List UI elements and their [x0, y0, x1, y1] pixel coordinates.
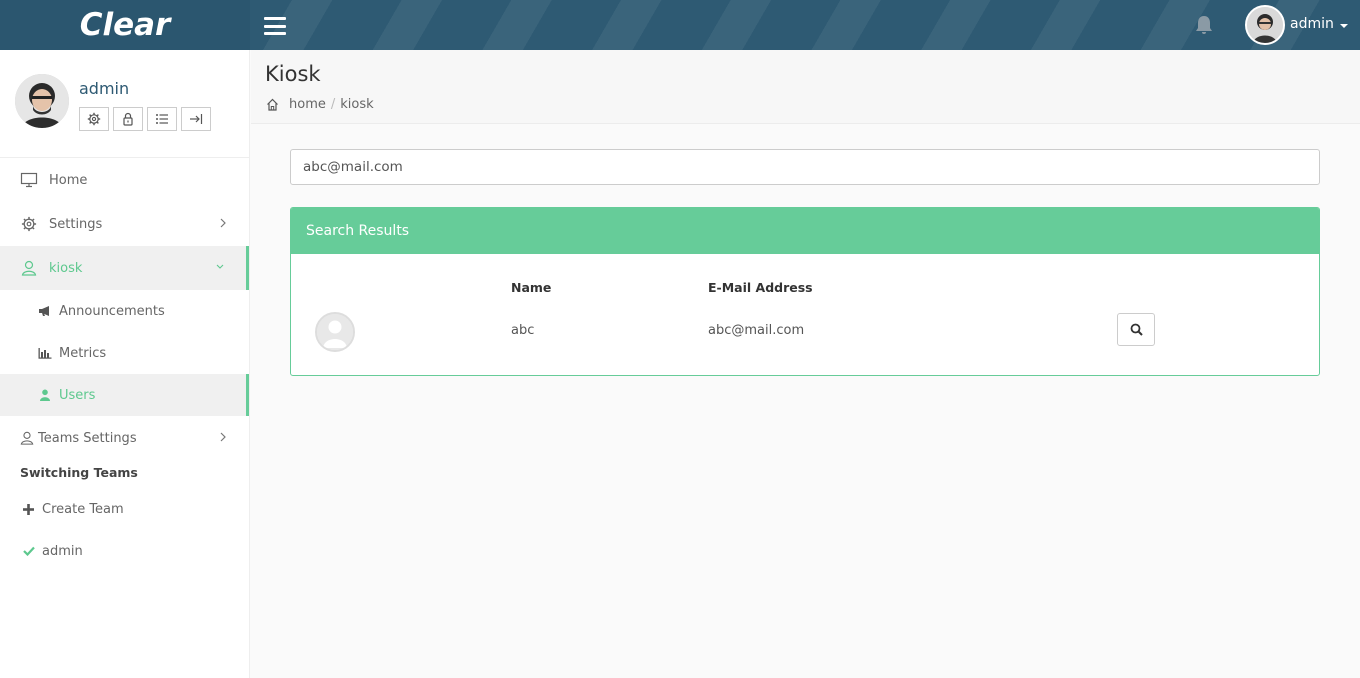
- panel-heading: Search Results: [291, 208, 1319, 254]
- switching-teams-label: Switching Teams: [20, 464, 138, 480]
- gear-icon: [20, 215, 38, 233]
- search-input[interactable]: [290, 149, 1320, 185]
- sidebar-item-label: kiosk: [49, 260, 83, 276]
- chevron-right-icon: [220, 432, 226, 442]
- sidebar-subitem-announcements[interactable]: Announcements: [0, 290, 249, 332]
- sidebar-item-label: Teams Settings: [38, 430, 137, 446]
- breadcrumb-separator: /: [330, 97, 336, 112]
- sidebar-item-settings[interactable]: Settings: [0, 202, 249, 246]
- column-header-email: E-Mail Address: [708, 280, 813, 295]
- page-header: Kiosk home / kiosk: [251, 50, 1360, 124]
- lock-tool-button[interactable]: [113, 107, 143, 131]
- table-row-email: abc@mail.com: [708, 323, 805, 338]
- breadcrumb: home / kiosk: [266, 97, 374, 112]
- check-icon: [22, 545, 35, 558]
- avatar: [315, 312, 355, 352]
- logout-tool-button[interactable]: [181, 107, 211, 131]
- sidebar-item-label: Announcements: [59, 303, 165, 319]
- search-icon: [1130, 323, 1143, 336]
- bullhorn-icon: [38, 304, 52, 318]
- settings-tool-button[interactable]: [79, 107, 109, 131]
- team-admin-label: admin: [42, 543, 83, 559]
- header-user-name: admin: [1290, 16, 1334, 32]
- search-results-panel: Search Results Name E-Mail Address abc a…: [290, 207, 1320, 376]
- chevron-right-icon: [220, 218, 226, 228]
- sidebar: admin Home Settings kiosk Announcements …: [0, 50, 250, 678]
- sidebar-profile-name: admin: [79, 79, 130, 98]
- create-team-link[interactable]: Create Team: [0, 488, 249, 530]
- sidebar-profile: admin: [0, 50, 249, 158]
- profile-tools: [79, 107, 211, 131]
- home-icon: [267, 98, 278, 111]
- page-title: Kiosk: [265, 62, 321, 86]
- top-bar: Clear admin: [0, 0, 1360, 50]
- sidebar-item-home[interactable]: Home: [0, 158, 249, 202]
- column-header-name: Name: [511, 280, 552, 295]
- sidebar-item-label: Settings: [49, 216, 103, 232]
- breadcrumb-current: kiosk: [340, 97, 374, 112]
- plus-icon: [22, 503, 35, 516]
- sidebar-item-label: Users: [59, 387, 96, 403]
- sidebar-menu: Home Settings kiosk: [0, 158, 249, 290]
- user-icon: [20, 429, 34, 447]
- team-admin-item[interactable]: admin: [0, 530, 249, 572]
- header-user-menu[interactable]: admin: [1290, 16, 1348, 32]
- bar-chart-icon: [38, 346, 52, 360]
- view-user-button[interactable]: [1117, 313, 1155, 346]
- sidebar-avatar: [15, 74, 69, 128]
- brand[interactable]: Clear: [0, 0, 250, 50]
- sidebar-item-label: Home: [49, 172, 88, 188]
- menu-toggle-icon[interactable]: [264, 17, 286, 35]
- header-avatar[interactable]: [1245, 5, 1285, 45]
- sidebar-item-teams-settings[interactable]: Teams Settings: [0, 416, 249, 460]
- table-row-name: abc: [511, 323, 535, 338]
- caret-down-icon: [1339, 23, 1348, 28]
- user-icon: [20, 259, 38, 277]
- sidebar-item-kiosk[interactable]: kiosk: [0, 246, 249, 290]
- user-solid-icon: [38, 388, 52, 402]
- monitor-icon: [20, 171, 38, 189]
- lock-icon: [123, 112, 133, 126]
- sidebar-subitem-metrics[interactable]: Metrics: [0, 332, 249, 374]
- list-tool-button[interactable]: [147, 107, 177, 131]
- create-team-label: Create Team: [42, 501, 124, 517]
- logout-icon: [190, 114, 203, 124]
- breadcrumb-home-link[interactable]: home: [289, 97, 326, 112]
- list-icon: [156, 114, 168, 124]
- sidebar-item-label: Metrics: [59, 345, 107, 361]
- chevron-down-icon: [216, 264, 224, 269]
- brand-logo-text: Clear: [79, 7, 171, 43]
- bell-icon[interactable]: [1193, 14, 1215, 36]
- gear-icon: [87, 112, 101, 126]
- sidebar-subitem-users[interactable]: Users: [0, 374, 249, 416]
